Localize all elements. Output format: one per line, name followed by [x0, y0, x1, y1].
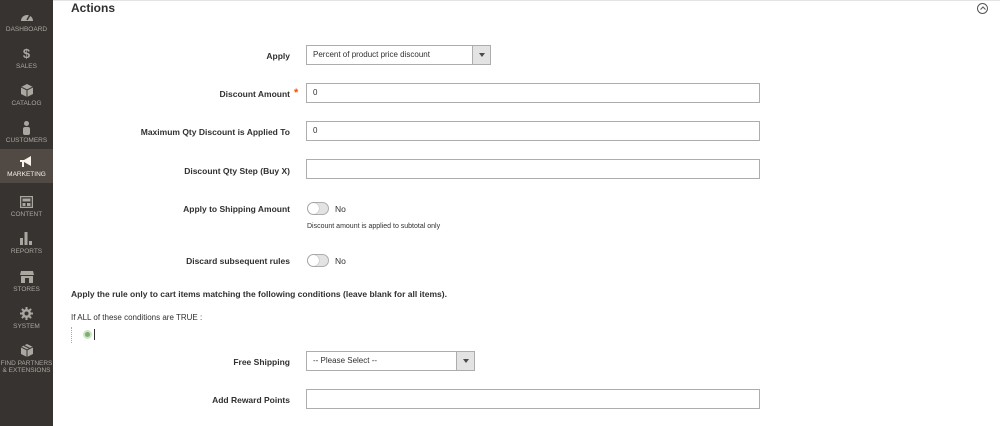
- discard-label: Discard subsequent rules: [186, 256, 290, 266]
- shipping-toggle[interactable]: [307, 202, 329, 215]
- nav-item-marketing[interactable]: MARKETING: [0, 149, 53, 183]
- shipping-label: Apply to Shipping Amount: [183, 204, 290, 214]
- conditions-tree-line: [71, 327, 72, 343]
- discard-toggle-label: No: [335, 256, 346, 266]
- reward-points-label: Add Reward Points: [212, 395, 290, 405]
- max-qty-input[interactable]: 0: [306, 121, 760, 141]
- chevron-up-icon: [979, 6, 986, 10]
- free-shipping-select[interactable]: -- Please Select --: [306, 351, 475, 371]
- discount-amount-label: Discount Amount: [219, 89, 290, 99]
- dashboard-icon: [20, 9, 34, 24]
- qty-step-input[interactable]: [306, 159, 760, 179]
- bar-chart-icon: [20, 231, 33, 246]
- admin-sidebar: DASHBOARD $ SALES CATALOG CUSTOMERS MARK…: [0, 0, 53, 426]
- toggle-knob: [308, 255, 319, 266]
- free-shipping-label: Free Shipping: [233, 357, 290, 367]
- discard-toggle[interactable]: [307, 254, 329, 267]
- chevron-down-icon: [472, 46, 490, 64]
- section-divider: [53, 0, 1000, 1]
- nav-label: CONTENT: [10, 211, 43, 218]
- add-condition-icon[interactable]: [83, 330, 92, 339]
- nav-label: SALES: [16, 63, 37, 70]
- chevron-down-icon: [456, 352, 474, 370]
- gear-icon: [20, 306, 33, 321]
- nav-item-find-partners[interactable]: FIND PARTNERS & EXTENSIONS: [0, 338, 53, 378]
- nav-item-sales[interactable]: $ SALES: [0, 41, 53, 78]
- section-title[interactable]: Actions: [71, 1, 115, 15]
- nav-label: MARKETING: [7, 171, 46, 178]
- max-qty-label: Maximum Qty Discount is Applied To: [140, 127, 290, 137]
- qty-step-label: Discount Qty Step (Buy X): [184, 166, 290, 176]
- layout-icon: [20, 194, 33, 209]
- collapse-button[interactable]: [977, 3, 988, 14]
- nav-item-stores[interactable]: STORES: [0, 264, 53, 301]
- person-icon: [22, 120, 31, 135]
- nav-label: STORES: [13, 286, 40, 293]
- reward-points-input[interactable]: [306, 389, 760, 409]
- main-content: Actions Apply Percent of product price d…: [53, 0, 1000, 426]
- box-icon: [20, 343, 33, 358]
- dollar-icon: $: [22, 46, 31, 61]
- megaphone-icon: [19, 154, 34, 169]
- shipping-toggle-label: No: [335, 204, 346, 214]
- nav-item-catalog[interactable]: CATALOG: [0, 78, 53, 115]
- nav-label: CATALOG: [11, 100, 42, 107]
- nav-item-dashboard[interactable]: DASHBOARD: [0, 4, 53, 41]
- apply-select[interactable]: Percent of product price discount: [306, 45, 491, 65]
- nav-label: FIND PARTNERS: [0, 360, 53, 367]
- apply-label: Apply: [266, 51, 290, 61]
- nav-item-system[interactable]: SYSTEM: [0, 301, 53, 338]
- nav-item-customers[interactable]: CUSTOMERS: [0, 115, 53, 152]
- nav-label: DASHBOARD: [5, 26, 48, 33]
- storefront-icon: [19, 269, 34, 284]
- nav-item-content[interactable]: CONTENT: [0, 189, 53, 226]
- conditions-rest: of these conditions are TRUE :: [91, 313, 203, 322]
- required-asterisk: *: [294, 87, 299, 99]
- conditions-aggregator-link[interactable]: If ALL: [71, 313, 91, 322]
- nav-label: SYSTEM: [13, 323, 40, 330]
- toggle-knob: [308, 203, 319, 214]
- free-shipping-select-value: -- Please Select --: [313, 356, 378, 365]
- conditions-heading: Apply the rule only to cart items matchi…: [71, 289, 447, 299]
- discount-amount-input[interactable]: 0: [306, 83, 760, 103]
- nav-item-reports[interactable]: REPORTS: [0, 226, 53, 263]
- cube-icon: [20, 83, 33, 98]
- conditions-statement: If ALL of these conditions are TRUE :: [71, 313, 202, 322]
- nav-label: REPORTS: [10, 248, 43, 255]
- nav-label-line2: & EXTENSIONS: [2, 367, 51, 374]
- nav-label: CUSTOMERS: [5, 137, 48, 144]
- shipping-note: Discount amount is applied to subtotal o…: [307, 223, 441, 230]
- text-cursor: [94, 329, 95, 340]
- apply-select-value: Percent of product price discount: [313, 50, 430, 59]
